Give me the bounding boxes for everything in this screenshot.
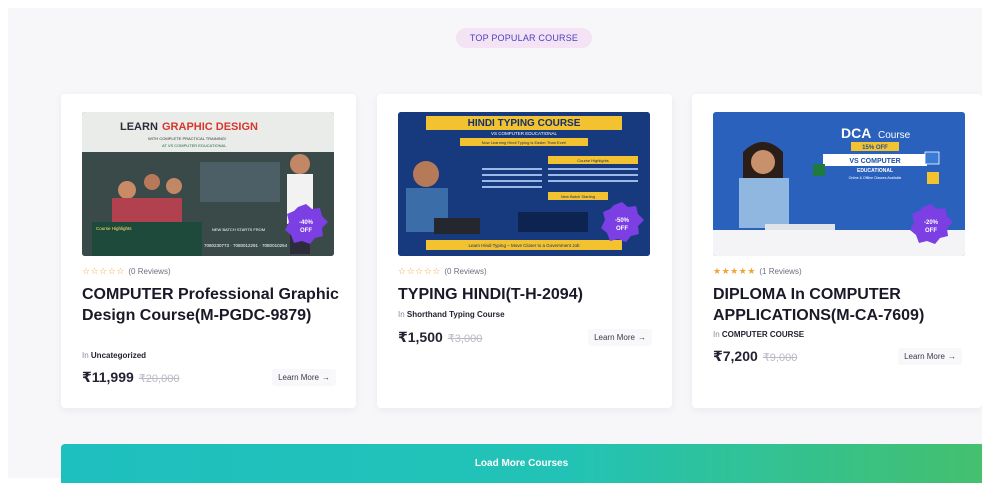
original-price: ₹20,000 xyxy=(138,373,180,385)
sale-price: ₹7,200 xyxy=(713,348,758,364)
thumb-batch: New Batch Starting xyxy=(561,194,595,199)
learn-more-label: Learn More xyxy=(278,373,319,382)
course-category: In Shorthand Typing Course xyxy=(398,310,505,319)
thumb-sub-a: VS COMPUTER xyxy=(849,158,900,165)
review-count: (0 Reviews) xyxy=(444,267,487,276)
arrow-right-icon: → xyxy=(948,352,956,361)
course-title[interactable]: COMPUTER Professional Graphic Design Cou… xyxy=(82,284,342,326)
star-icon: ☆ xyxy=(99,266,108,276)
original-price: ₹9,000 xyxy=(762,352,798,364)
thumb-highlights: Course Highlights xyxy=(577,158,609,163)
learn-more-label: Learn More xyxy=(904,352,945,361)
section-tag: TOP POPULAR COURSE xyxy=(456,28,592,48)
category-prefix: In xyxy=(398,310,405,319)
discount-value: -50% xyxy=(615,218,630,224)
review-count: (1 Reviews) xyxy=(759,267,802,276)
discount-off: OFF xyxy=(300,228,312,234)
price-row: ₹7,200 ₹9,000 Learn More → xyxy=(713,348,962,365)
thumb-headline-a: LEARN xyxy=(120,121,158,133)
discount-off: OFF xyxy=(925,228,937,234)
discount-off: OFF xyxy=(616,226,628,232)
thumb-sub-b: EDUCATIONAL xyxy=(857,168,893,174)
star-icon: ☆ xyxy=(107,266,116,276)
star-icon: ☆ xyxy=(90,266,99,276)
course-title[interactable]: TYPING HINDI(T-H-2094) xyxy=(398,284,658,305)
price-row: ₹1,500 ₹3,000 Learn More → xyxy=(398,329,652,346)
arrow-right-icon: → xyxy=(638,333,646,342)
star-icon: ★ xyxy=(747,266,756,276)
course-card[interactable]: LEARN GRAPHIC DESIGN WITH COMPLETE PRACT… xyxy=(61,94,356,408)
load-more-label: Load More Courses xyxy=(474,458,569,469)
rating: ☆ ☆ ☆ ☆ ☆ (0 Reviews) xyxy=(82,267,171,277)
star-rating: ★ ★ ★ ★ ★ xyxy=(713,267,755,276)
prices: ₹11,999 ₹20,000 xyxy=(82,369,179,386)
thumb-sub-a: WITH COMPLETE PRACTICAL TRAINING! xyxy=(148,136,226,141)
star-icon: ☆ xyxy=(116,266,125,276)
discount-value: -20% xyxy=(924,220,939,226)
original-price: ₹3,000 xyxy=(447,333,483,345)
course-category: In COMPUTER COURSE xyxy=(713,330,804,339)
category-prefix: In xyxy=(82,351,89,360)
category-prefix: In xyxy=(713,330,720,339)
star-icon: ☆ xyxy=(82,266,91,276)
course-category: In Uncategorized xyxy=(82,351,146,360)
learn-more-button[interactable]: Learn More → xyxy=(272,369,336,386)
thumb-headline-a: DCA xyxy=(841,125,871,141)
star-icon: ☆ xyxy=(415,266,424,276)
thumb-sub-b: AT VS COMPUTER EDUCATIONAL xyxy=(162,143,227,148)
course-card[interactable]: DCA Course 15% OFF VS COMPUTER EDUCATION… xyxy=(692,94,982,408)
price-row: ₹11,999 ₹20,000 Learn More → xyxy=(82,369,336,386)
star-icon: ★ xyxy=(738,266,747,276)
thumb-sub-b: Now Learning Hindi Typing is Easier Than… xyxy=(482,140,567,145)
course-title[interactable]: DIPLOMA In COMPUTER APPLICATIONS(M-CA-76… xyxy=(713,284,973,326)
course-thumbnail[interactable]: HINDI TYPING COURSE VS COMPUTER EDUCATIO… xyxy=(398,112,650,256)
thumb-sub-a: VS COMPUTER EDUCATIONAL xyxy=(491,131,557,136)
discount-value: -40% xyxy=(299,220,314,226)
thumb-phones: 7080230773 · 7080012291 · 7080010264 xyxy=(204,243,288,248)
prices: ₹1,500 ₹3,000 xyxy=(398,329,482,346)
star-icon: ☆ xyxy=(432,266,441,276)
learn-more-button[interactable]: Learn More → xyxy=(898,348,962,365)
course-thumbnail[interactable]: DCA Course 15% OFF VS COMPUTER EDUCATION… xyxy=(713,112,965,256)
rating: ★ ★ ★ ★ ★ (1 Reviews) xyxy=(713,267,802,277)
sale-price: ₹11,999 xyxy=(82,369,134,385)
review-count: (0 Reviews) xyxy=(128,267,171,276)
sale-price: ₹1,500 xyxy=(398,329,443,345)
load-more-courses-button[interactable]: Load More Courses xyxy=(61,444,982,483)
category-link[interactable]: Shorthand Typing Course xyxy=(407,310,505,319)
star-icon: ☆ xyxy=(398,266,407,276)
prices: ₹7,200 ₹9,000 xyxy=(713,348,797,365)
star-icon: ☆ xyxy=(406,266,415,276)
star-icon: ★ xyxy=(713,266,722,276)
star-icon: ★ xyxy=(721,266,730,276)
star-icon: ★ xyxy=(730,266,739,276)
thumb-batch: NEW BATCH STARTS FROM xyxy=(212,227,265,232)
thumb-headline-a: HINDI TYPING COURSE xyxy=(468,118,581,129)
arrow-right-icon: → xyxy=(322,373,330,382)
category-link[interactable]: Uncategorized xyxy=(91,351,146,360)
category-link[interactable]: COMPUTER COURSE xyxy=(722,330,804,339)
rating: ☆ ☆ ☆ ☆ ☆ (0 Reviews) xyxy=(398,267,487,277)
star-rating: ☆ ☆ ☆ ☆ ☆ xyxy=(398,267,440,276)
course-thumbnail[interactable]: LEARN GRAPHIC DESIGN WITH COMPLETE PRACT… xyxy=(82,112,334,256)
thumb-headline-b: Course xyxy=(878,130,911,141)
star-icon: ☆ xyxy=(423,266,432,276)
star-rating: ☆ ☆ ☆ ☆ ☆ xyxy=(82,267,124,276)
learn-more-button[interactable]: Learn More → xyxy=(588,329,652,346)
thumb-highlights: Course Highlights xyxy=(96,226,132,231)
learn-more-label: Learn More xyxy=(594,333,635,342)
course-card[interactable]: HINDI TYPING COURSE VS COMPUTER EDUCATIO… xyxy=(377,94,672,408)
thumb-headline-b: GRAPHIC DESIGN xyxy=(162,121,258,133)
thumb-footer: Learn Hindi Typing – Move Closer to a Go… xyxy=(469,243,580,248)
thumb-offer: 15% OFF xyxy=(862,145,888,151)
thumb-sub-c: Online & Offline Classes Available xyxy=(849,176,902,180)
